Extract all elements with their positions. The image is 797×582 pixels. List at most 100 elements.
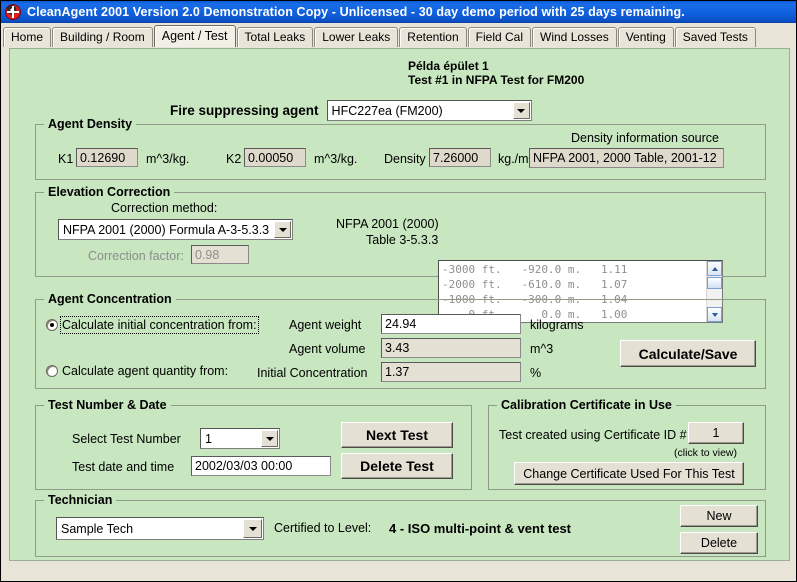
tab-total-leaks[interactable]: Total Leaks bbox=[236, 27, 314, 47]
new-technician-label: New bbox=[706, 509, 732, 523]
technician-value: Sample Tech bbox=[61, 521, 134, 536]
tab-retention[interactable]: Retention bbox=[399, 27, 467, 47]
k2-units: m^3/kg. bbox=[314, 152, 358, 166]
k2-value: 0.00050 bbox=[248, 150, 294, 165]
density-source-label: Density information source bbox=[571, 131, 719, 145]
agent-test-panel: Példa épület 1 Test #1 in NFPA Test for … bbox=[9, 48, 790, 561]
density-field[interactable]: 7.26000 bbox=[429, 148, 491, 167]
k2-field[interactable]: 0.00050 bbox=[244, 148, 306, 167]
calibration-certificate-title: Calibration Certificate in Use bbox=[497, 398, 676, 412]
tab-field-cal[interactable]: Field Cal bbox=[467, 27, 532, 47]
tab-saved-tests[interactable]: Saved Tests bbox=[674, 27, 756, 47]
tab-agent-test[interactable]: Agent / Test bbox=[153, 25, 236, 47]
application-window: CleanAgent 2001 Version 2.0 Demonstratio… bbox=[0, 0, 797, 582]
agent-weight-label: Agent weight bbox=[289, 318, 362, 332]
correction-method-label: Correction method: bbox=[111, 201, 218, 215]
cleanagent-logo-icon bbox=[5, 4, 21, 20]
tab-lower-leaks[interactable]: Lower Leaks bbox=[314, 27, 399, 47]
density-source-field[interactable]: NFPA 2001, 2000 Table, 2001-12 bbox=[529, 148, 724, 168]
correction-factor-value: 0.98 bbox=[195, 247, 220, 262]
elevation-table-label-line1: NFPA 2001 (2000) bbox=[336, 217, 439, 231]
certified-level-value: 4 - ISO multi-point & vent test bbox=[389, 521, 572, 536]
change-certificate-label: Change Certificate Used For This Test bbox=[523, 466, 735, 481]
certified-level-label: Certified to Level: bbox=[274, 521, 372, 535]
new-technician-button[interactable]: New bbox=[680, 505, 758, 527]
delete-test-label: Delete Test bbox=[360, 458, 434, 474]
test-date-time-field[interactable]: 2002/03/03 00:00 bbox=[191, 456, 331, 476]
initial-concentration-label: Initial Concentration bbox=[257, 366, 368, 380]
delete-technician-button[interactable]: Delete bbox=[680, 532, 758, 554]
document-header: Példa épület 1 Test #1 in NFPA Test for … bbox=[408, 59, 584, 87]
agent-volume-value: 3.43 bbox=[385, 341, 410, 355]
chevron-down-icon[interactable] bbox=[243, 519, 262, 538]
agent-concentration-group: Agent Concentration Calculate initial co… bbox=[35, 292, 766, 389]
calculate-save-label: Calculate/Save bbox=[638, 345, 738, 362]
next-test-label: Next Test bbox=[366, 427, 428, 443]
density-source-value: NFPA 2001, 2000 Table, 2001-12 bbox=[533, 151, 717, 165]
agent-weight-field[interactable]: 24.94 bbox=[381, 314, 521, 334]
tab-wind-losses[interactable]: Wind Losses bbox=[532, 27, 617, 47]
select-test-number-label: Select Test Number bbox=[72, 432, 181, 446]
chevron-down-icon[interactable] bbox=[261, 430, 278, 447]
k1-label: K1 bbox=[58, 152, 74, 166]
select-test-number-select[interactable]: 1 bbox=[200, 428, 280, 449]
test-number-date-title: Test Number & Date bbox=[44, 398, 171, 412]
radio-button-icon-selected[interactable] bbox=[46, 319, 58, 331]
certificate-id-label: Test created using Certificate ID # bbox=[499, 428, 687, 442]
agent-weight-units: kilograms bbox=[530, 318, 584, 332]
k2-label: K2 bbox=[226, 152, 242, 166]
certificate-id-button[interactable]: 1 bbox=[688, 422, 744, 444]
chevron-down-icon[interactable] bbox=[274, 221, 291, 238]
window-title: CleanAgent 2001 Version 2.0 Demonstratio… bbox=[27, 5, 685, 19]
test-name: Test #1 in NFPA Test for FM200 bbox=[408, 73, 585, 87]
fire-suppressing-agent-row: Fire suppressing agent HFC227ea (FM200) bbox=[170, 100, 532, 121]
fire-suppressing-agent-select[interactable]: HFC227ea (FM200) bbox=[326, 100, 532, 121]
technician-group: Technician Sample Tech Certified to Leve… bbox=[35, 493, 766, 557]
agent-volume-label: Agent volume bbox=[289, 342, 366, 356]
agent-concentration-title: Agent Concentration bbox=[44, 292, 176, 306]
correction-factor-label: Correction factor: bbox=[88, 249, 184, 263]
radio-calculate-agent-quantity-label: Calculate agent quantity from: bbox=[62, 364, 229, 378]
delete-test-button[interactable]: Delete Test bbox=[341, 453, 453, 479]
elevation-correction-title: Elevation Correction bbox=[44, 185, 175, 199]
certificate-id-value: 1 bbox=[712, 426, 720, 440]
agent-volume-field: 3.43 bbox=[381, 338, 521, 358]
agent-density-title: Agent Density bbox=[44, 117, 137, 131]
correction-factor-field: 0.98 bbox=[191, 245, 249, 264]
correction-method-value: NFPA 2001 (2000) Formula A-3-5.3.3 bbox=[63, 222, 270, 237]
technician-select[interactable]: Sample Tech bbox=[56, 517, 264, 540]
radio-calculate-initial-concentration[interactable]: Calculate initial concentration from: bbox=[46, 316, 259, 334]
title-bar: CleanAgent 2001 Version 2.0 Demonstratio… bbox=[1, 1, 796, 23]
correction-method-select[interactable]: NFPA 2001 (2000) Formula A-3-5.3.3 bbox=[58, 219, 293, 240]
change-certificate-button[interactable]: Change Certificate Used For This Test bbox=[514, 462, 744, 485]
radio-button-icon-unselected[interactable] bbox=[46, 365, 58, 377]
k1-value: 0.12690 bbox=[80, 150, 126, 165]
test-number-date-group: Test Number & Date Select Test Number 1 … bbox=[35, 398, 472, 490]
tab-home[interactable]: Home bbox=[3, 27, 52, 47]
agent-volume-units: m^3 bbox=[530, 342, 554, 356]
building-name: Példa épület 1 bbox=[408, 59, 489, 73]
tab-venting[interactable]: Venting bbox=[617, 27, 674, 47]
scrollbar-thumb[interactable] bbox=[707, 277, 722, 289]
test-date-time-value: 2002/03/03 00:00 bbox=[195, 459, 293, 473]
calculate-save-button[interactable]: Calculate/Save bbox=[620, 340, 756, 367]
next-test-button[interactable]: Next Test bbox=[341, 422, 453, 448]
delete-technician-label: Delete bbox=[700, 536, 738, 550]
k1-units: m^3/kg. bbox=[146, 152, 190, 166]
k1-field[interactable]: 0.12690 bbox=[76, 148, 138, 167]
technician-title: Technician bbox=[44, 493, 117, 507]
radio-calculate-agent-quantity[interactable]: Calculate agent quantity from: bbox=[46, 364, 228, 378]
certificate-click-hint: (click to view) bbox=[674, 447, 738, 459]
initial-concentration-value: 1.37 bbox=[385, 365, 410, 379]
select-test-number-value: 1 bbox=[205, 431, 212, 446]
tab-building-room[interactable]: Building / Room bbox=[52, 27, 153, 47]
chevron-down-icon[interactable] bbox=[512, 102, 530, 119]
tab-strip: Home Building / Room Agent / Test Total … bbox=[3, 25, 796, 47]
fire-suppressing-agent-label: Fire suppressing agent bbox=[170, 103, 319, 118]
agent-weight-value: 24.94 bbox=[385, 317, 417, 331]
test-date-time-label: Test date and time bbox=[72, 460, 175, 474]
initial-concentration-units: % bbox=[530, 366, 542, 380]
fire-suppressing-agent-value: HFC227ea (FM200) bbox=[331, 103, 443, 118]
agent-density-group: Agent Density K1 0.12690 m^3/kg. K2 0.00… bbox=[35, 117, 766, 180]
scroll-up-icon[interactable] bbox=[707, 261, 722, 276]
